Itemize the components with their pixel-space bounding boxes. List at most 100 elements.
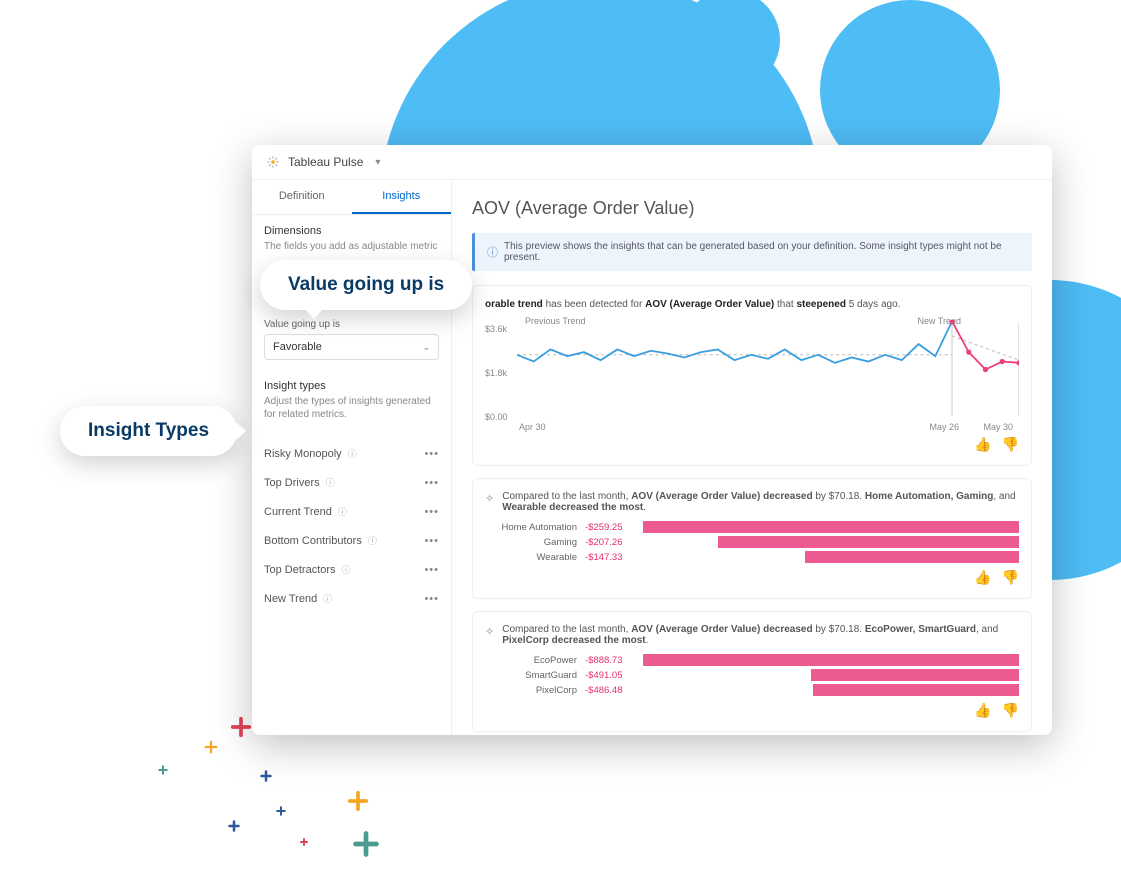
insight-type-row[interactable]: Risky Monopoly ⓘ ••• xyxy=(252,439,451,468)
more-icon[interactable]: ••• xyxy=(424,448,439,460)
t: AOV (Average Order Value) decreased xyxy=(631,491,812,502)
bar-chart: Home Automation-$259.25 Gaming-$207.26 Wea… xyxy=(485,521,1019,563)
info-icon: ⓘ xyxy=(487,244,498,260)
trend-card: orable trend has been detected for AOV (… xyxy=(472,285,1032,466)
bar-label: PixelCorp xyxy=(485,685,585,696)
t: AOV (Average Order Value) decreased xyxy=(631,624,812,635)
info-icon[interactable]: ⓘ xyxy=(323,592,332,605)
insight-text: Compared to the last month, AOV (Average… xyxy=(502,491,1019,513)
thumbs-down-button[interactable]: 👎 xyxy=(1002,702,1019,719)
info-icon[interactable]: ⓘ xyxy=(338,505,347,518)
thumbs-down-button[interactable]: 👎 xyxy=(1002,436,1019,453)
insight-type-label: Risky Monopoly xyxy=(264,448,342,460)
more-icon[interactable]: ••• xyxy=(424,477,439,489)
info-icon[interactable]: ⓘ xyxy=(368,534,377,547)
bar-value: -$491.05 xyxy=(585,670,643,681)
info-icon[interactable]: ⓘ xyxy=(348,447,357,460)
bar-track xyxy=(643,551,1019,563)
drivers-card-1: ✧ Compared to the last month, AOV (Avera… xyxy=(472,478,1032,599)
bar-fill xyxy=(811,669,1019,681)
t: by $70.18. xyxy=(813,491,865,502)
t: that xyxy=(774,299,796,310)
insight-type-row[interactable]: Current Trend ⓘ••• xyxy=(252,497,451,526)
t: PixelCorp decreased the most xyxy=(502,635,645,646)
bar-fill xyxy=(643,654,1019,666)
sparkle-icon xyxy=(158,765,168,775)
t: Compared to the last month, xyxy=(502,624,631,635)
sparkle-icon xyxy=(260,770,272,782)
tab-insights[interactable]: Insights xyxy=(352,180,452,214)
page-title: AOV (Average Order Value) xyxy=(472,198,1032,219)
t: Wearable decreased the most xyxy=(502,502,643,513)
app-title: Tableau Pulse xyxy=(288,155,363,169)
bar-track xyxy=(643,654,1019,666)
bar-fill xyxy=(805,551,1019,563)
callout-value-going-up: Value going up is xyxy=(260,260,472,310)
insight-type-row[interactable]: Bottom Contributors ⓘ ••• xyxy=(252,526,451,555)
bar-track xyxy=(643,521,1019,533)
thumbs-up-button[interactable]: 👍 xyxy=(974,569,991,586)
line-chart-svg xyxy=(517,320,1019,416)
bar-label: Gaming xyxy=(485,537,585,548)
more-icon[interactable]: ••• xyxy=(424,564,439,576)
trend-prefix: orable trend xyxy=(485,299,543,310)
bar-row: Wearable-$147.33 xyxy=(485,551,1019,563)
bar-row: PixelCorp-$486.48 xyxy=(485,684,1019,696)
t: AOV (Average Order Value) xyxy=(645,299,774,310)
x-tick: May 26 xyxy=(929,422,959,432)
sparkle-icon xyxy=(300,838,308,846)
bar-fill xyxy=(813,684,1019,696)
value-select[interactable]: Favorable ⌄ xyxy=(264,334,439,360)
x-tick: May 30 xyxy=(983,422,1013,432)
info-banner-text: This preview shows the insights that can… xyxy=(504,241,1020,263)
insight-type-row[interactable]: Top Detractors ⓘ ••• xyxy=(252,555,451,584)
sparkle-icon xyxy=(352,830,380,858)
sparkle-icon xyxy=(204,740,218,754)
more-icon[interactable]: ••• xyxy=(424,506,439,518)
t: Home Automation, Gaming xyxy=(865,491,994,502)
bar-row: Gaming-$207.26 xyxy=(485,536,1019,548)
bar-track xyxy=(643,536,1019,548)
t: . xyxy=(646,635,649,646)
insight-type-label: Bottom Contributors xyxy=(264,535,362,547)
bar-track xyxy=(643,684,1019,696)
drivers-card-2: ✧ Compared to the last month, AOV (Avera… xyxy=(472,611,1032,732)
titlebar: Tableau Pulse ▾ xyxy=(252,145,1052,180)
main-content: AOV (Average Order Value) ⓘ This preview… xyxy=(452,180,1052,735)
feedback-row: 👍 👎 xyxy=(485,569,1019,586)
bar-label: Home Automation xyxy=(485,522,585,533)
insight-type-label: Top Drivers xyxy=(264,477,320,489)
more-icon[interactable]: ••• xyxy=(424,535,439,547)
bar-value: -$888.73 xyxy=(585,655,643,666)
y-tick: $3.6k xyxy=(485,324,507,334)
thumbs-down-button[interactable]: 👎 xyxy=(1002,569,1019,586)
t: . xyxy=(643,502,646,513)
bar-value: -$486.48 xyxy=(585,685,643,696)
dimensions-desc: The fields you add as adjustable metric xyxy=(264,240,439,253)
t: has been detected for xyxy=(543,299,645,310)
bar-row: Home Automation-$259.25 xyxy=(485,521,1019,533)
feedback-row: 👍 👎 xyxy=(485,702,1019,719)
t: , and xyxy=(976,624,998,635)
sparkle-icon: ✧ xyxy=(485,492,494,505)
t: steepened xyxy=(796,299,845,310)
t: , and xyxy=(993,491,1015,502)
more-icon[interactable]: ••• xyxy=(424,593,439,605)
t: by $70.18. xyxy=(813,624,865,635)
sparkle-icon xyxy=(347,790,369,812)
thumbs-up-button[interactable]: 👍 xyxy=(974,702,991,719)
x-tick: Apr 30 xyxy=(519,422,546,432)
thumbs-up-button[interactable]: 👍 xyxy=(974,436,991,453)
feedback-row: 👍 👎 xyxy=(485,436,1019,453)
tab-definition[interactable]: Definition xyxy=(252,180,352,214)
insight-type-row[interactable]: New Trend ⓘ••• xyxy=(252,584,451,613)
chevron-down-icon[interactable]: ▾ xyxy=(375,157,380,168)
insight-type-label: Top Detractors xyxy=(264,564,336,576)
insight-type-row[interactable]: Top Drivers ⓘ ••• xyxy=(252,468,451,497)
info-icon[interactable]: ⓘ xyxy=(326,476,335,489)
trend-text: orable trend has been detected for AOV (… xyxy=(485,298,1019,312)
info-icon[interactable]: ⓘ xyxy=(342,563,351,576)
bar-label: EcoPower xyxy=(485,655,585,666)
tabs: Definition Insights xyxy=(252,180,451,215)
bar-row: SmartGuard-$491.05 xyxy=(485,669,1019,681)
